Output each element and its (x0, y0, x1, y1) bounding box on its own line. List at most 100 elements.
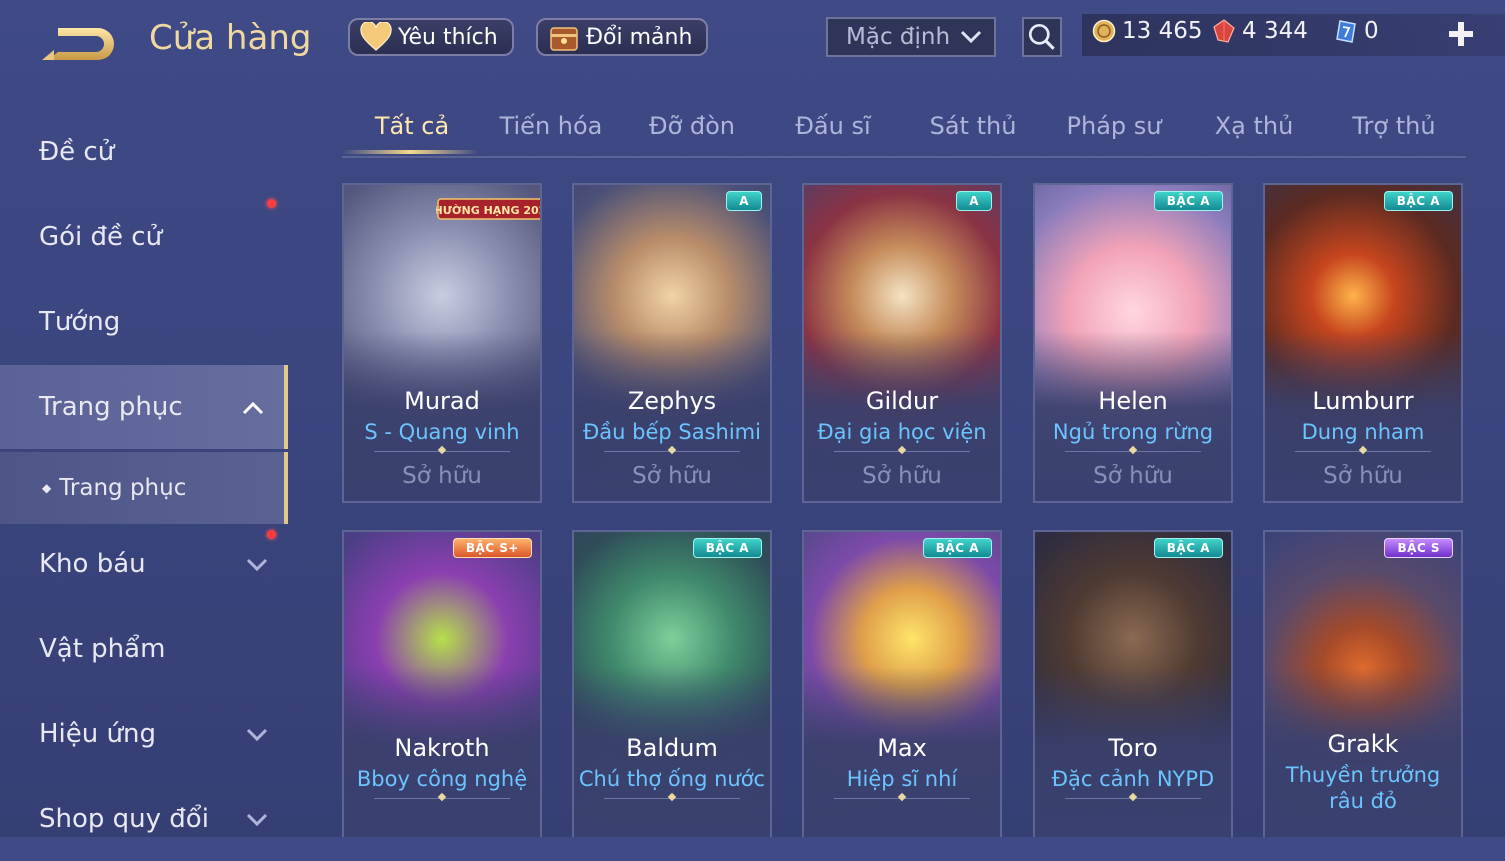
skin-name: Đại gia học viện (817, 420, 987, 444)
tier-badge: BẬC S+ (452, 538, 532, 558)
favorites-button[interactable]: Yêu thích (348, 18, 514, 56)
divider (374, 798, 510, 799)
tab-all[interactable]: Tất cả (342, 112, 482, 140)
skin-card[interactable]: BẬC S Grakk Thuyền trưởng râu đỏ (1263, 530, 1463, 837)
sidebar-item-label: Hiệu ứng (39, 719, 156, 749)
tier-badge: A (726, 191, 762, 211)
tab-evolution[interactable]: Tiến hóa (481, 112, 621, 140)
notification-dot (267, 199, 276, 208)
sidebar-item-label: Trang phục (59, 475, 187, 501)
tier-badge: BẬC A (1383, 191, 1453, 211)
owned-status: Sở hữu (1093, 463, 1173, 489)
hero-name: Max (877, 734, 927, 762)
skin-card[interactable]: BẬC A Max Hiệp sĩ nhí (802, 530, 1002, 837)
owned-status: Sở hữu (632, 463, 712, 489)
chevron-down-icon (246, 813, 268, 827)
skin-name: Bboy công nghệ (356, 767, 528, 791)
diamond-bullet-icon: ◆ (42, 481, 52, 495)
tab-fighter[interactable]: Đấu sĩ (763, 112, 903, 140)
exchange-shards-button[interactable]: Đổi mảnh (536, 18, 709, 56)
owned-status: Sở hữu (402, 463, 482, 489)
skin-name: Đặc cảnh NYPD (1051, 767, 1215, 791)
sidebar-item-bundles[interactable]: Gói đề cử (0, 195, 288, 279)
skin-card[interactable]: A Zephys Đầu bếp Sashimi Sở hữu (572, 183, 772, 503)
search-icon (1028, 23, 1055, 50)
sidebar-item-label: Shop quy đổi (39, 804, 209, 834)
skin-name: Ngủ trong rừng (1052, 420, 1214, 444)
divider (834, 451, 970, 452)
plus-icon[interactable] (1445, 18, 1477, 50)
sort-value: Mặc định (846, 24, 951, 50)
skin-name: Thuyền trưởng râu đỏ (1285, 763, 1441, 813)
sidebar-item-recommended[interactable]: Đề cử (0, 110, 288, 194)
skin-name: Đầu bếp Sashimi (583, 420, 761, 444)
sidebar: Đề cử Gói đề cử Tướng Trang phục ◆ Trang… (0, 100, 292, 837)
sidebar-item-label: Đề cử (39, 137, 115, 167)
heart-icon (360, 22, 392, 51)
sidebar-subitem-skins[interactable]: ◆ Trang phục (0, 452, 288, 524)
gold-coin-icon (1092, 19, 1116, 43)
owned-status: Sở hữu (1323, 463, 1403, 489)
search-button[interactable] (1022, 17, 1062, 57)
notification-dot (267, 530, 276, 539)
skin-name: Hiệp sĩ nhí (846, 767, 958, 791)
hero-name: Zephys (627, 387, 717, 415)
sidebar-item-skins[interactable]: Trang phục (0, 365, 288, 449)
gold-amount: 13 465 (1122, 18, 1203, 44)
ruby-currency: 4 344 (1212, 18, 1308, 44)
tier-badge: BẬC A (922, 538, 992, 558)
back-arrow-icon[interactable] (40, 22, 116, 66)
tier-badge: BẬC S (1384, 538, 1453, 558)
hero-name: Grakk (1327, 730, 1399, 758)
sidebar-item-label: Trang phục (39, 392, 183, 422)
skin-card[interactable]: THƯỜNG HẠNG 2023 Murad S - Quang vinh Sở… (342, 183, 542, 503)
tier-badge: BẬC A (1153, 538, 1223, 558)
treasure-chest-icon (550, 27, 578, 51)
hero-name: Gildur (865, 387, 939, 415)
sort-dropdown[interactable]: Mặc định (826, 17, 996, 57)
divider (604, 798, 740, 799)
skin-card[interactable]: BẬC S+ Nakroth Bboy công nghệ (342, 530, 542, 837)
favorites-label: Yêu thích (398, 24, 498, 50)
voucher-currency: 0 (1334, 18, 1379, 44)
hero-name: Toro (1108, 734, 1158, 762)
skin-name: Dung nham (1301, 420, 1425, 444)
sidebar-item-label: Tướng (39, 307, 121, 337)
exchange-label: Đổi mảnh (586, 24, 693, 50)
skin-card[interactable]: BẬC A Toro Đặc cảnh NYPD (1033, 530, 1233, 837)
divider (1065, 798, 1201, 799)
skin-card[interactable]: BẬC A Baldum Chú thợ ống nước (572, 530, 772, 837)
ruby-amount: 4 344 (1242, 18, 1308, 44)
skin-card[interactable]: BẬC A Helen Ngủ trong rừng Sở hữu (1033, 183, 1233, 503)
hero-name: Nakroth (394, 734, 490, 762)
sidebar-item-label: Gói đề cử (39, 222, 163, 252)
active-tab-indicator (342, 150, 479, 154)
sidebar-item-exchange-shop[interactable]: Shop quy đổi (0, 777, 288, 861)
divider (1295, 451, 1431, 452)
tab-support[interactable]: Trợ thủ (1324, 112, 1464, 140)
page-title: Cửa hàng (149, 18, 312, 58)
chevron-down-icon (246, 558, 268, 572)
sidebar-item-effects[interactable]: Hiệu ứng (0, 692, 288, 776)
tab-tank[interactable]: Đỡ đòn (622, 112, 762, 140)
tier-badge: A (956, 191, 992, 211)
rank-badge-text: THƯỜNG HẠNG 2023 (436, 204, 542, 217)
divider (1065, 451, 1201, 452)
tier-badge: BẬC A (1153, 191, 1223, 211)
owned-status: Sở hữu (862, 463, 942, 489)
sidebar-item-heroes[interactable]: Tướng (0, 280, 288, 364)
voucher-amount: 0 (1364, 18, 1379, 44)
season-rank-badge: THƯỜNG HẠNG 2023 (436, 198, 542, 220)
tab-mage[interactable]: Pháp sư (1044, 112, 1184, 140)
skin-card[interactable]: BẬC A Lumburr Dung nham Sở hữu (1263, 183, 1463, 503)
tab-assassin[interactable]: Sát thủ (903, 112, 1043, 140)
sidebar-item-treasure[interactable]: Kho báu (0, 522, 288, 606)
hero-name: Baldum (626, 734, 718, 762)
skin-name: Chú thợ ống nước (578, 767, 766, 791)
blue-voucher-icon (1336, 20, 1356, 43)
sidebar-item-items[interactable]: Vật phẩm (0, 607, 288, 691)
skin-card[interactable]: A Gildur Đại gia học viện Sở hữu (802, 183, 1002, 503)
gold-currency: 13 465 (1092, 18, 1202, 44)
tab-marksman[interactable]: Xạ thủ (1184, 112, 1324, 140)
divider (604, 451, 740, 452)
